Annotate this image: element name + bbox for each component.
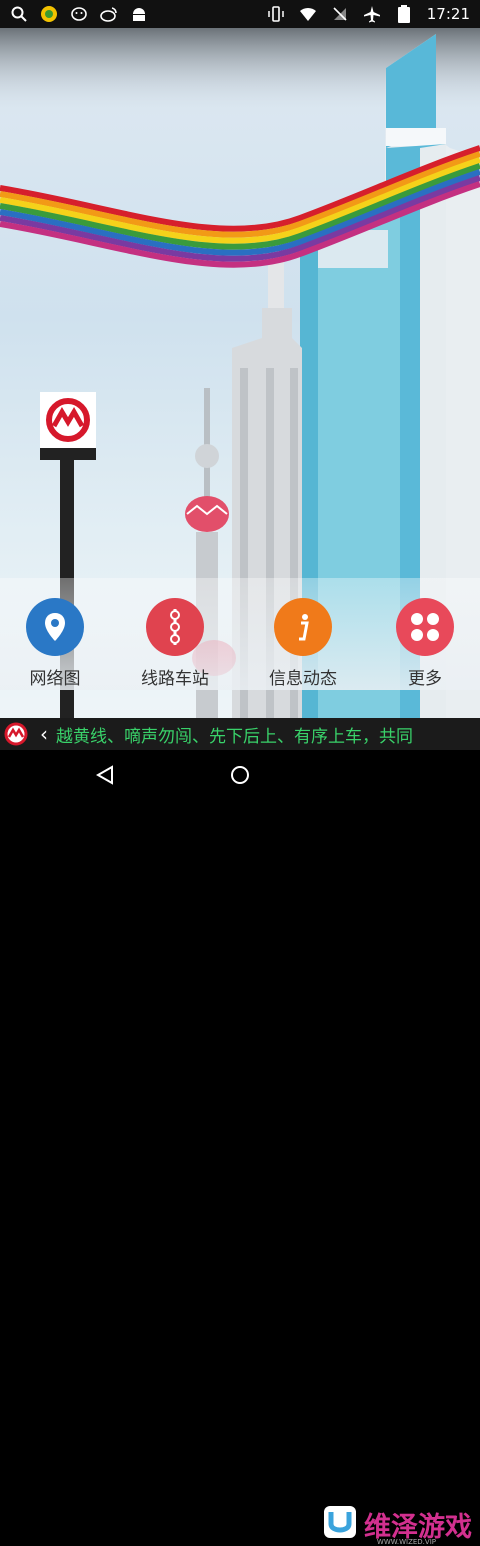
home-icon[interactable] [227,762,253,788]
ticker-text: 越黄线、嘀声勿闯、先下后上、有序上车，共同 [56,726,413,747]
grid-icon [396,598,454,656]
app-icon [40,5,58,23]
metro-logo-icon [0,718,32,750]
navigation-bar: 维泽游戏 WWW.WIZED.VIP [0,750,480,1546]
watermark-logo-icon [322,1504,358,1544]
chat-icon [70,5,88,23]
menu-label: 线路车站 [141,669,209,689]
map-pin-icon [26,598,84,656]
menu-item-more[interactable]: 更多 [370,598,480,689]
news-ticker[interactable]: ‹ 越黄线、嘀声勿闯、先下后上、有序上车，共同 [0,718,480,750]
menu-item-network-map[interactable]: 网络图 [0,598,110,689]
menu-label: 更多 [408,669,442,689]
menu-label: 信息动态 [269,669,337,689]
battery-icon [395,5,413,23]
airplane-icon [363,5,381,23]
status-bar: 17:21 [0,0,480,28]
route-icon [146,598,204,656]
menu-item-info-updates[interactable]: 信息动态 [248,598,358,689]
no-sim-icon [331,5,349,23]
watermark-subtext: WWW.WIZED.VIP [376,1538,436,1546]
menu-label: 网络图 [29,669,81,689]
vibrate-icon [267,5,285,23]
android-icon [130,5,148,23]
metro-logo-icon [44,396,92,444]
weibo-icon [100,5,118,23]
watermark: 维泽游戏 WWW.WIZED.VIP [322,1504,472,1546]
wifi-icon [299,5,317,23]
info-icon [274,598,332,656]
clock: 17:21 [426,5,470,23]
chevron-left-icon[interactable]: ‹ [32,722,56,746]
menu-item-lines-stations[interactable]: 线路车站 [120,598,230,689]
back-icon[interactable] [92,762,118,788]
search-icon [10,5,28,23]
